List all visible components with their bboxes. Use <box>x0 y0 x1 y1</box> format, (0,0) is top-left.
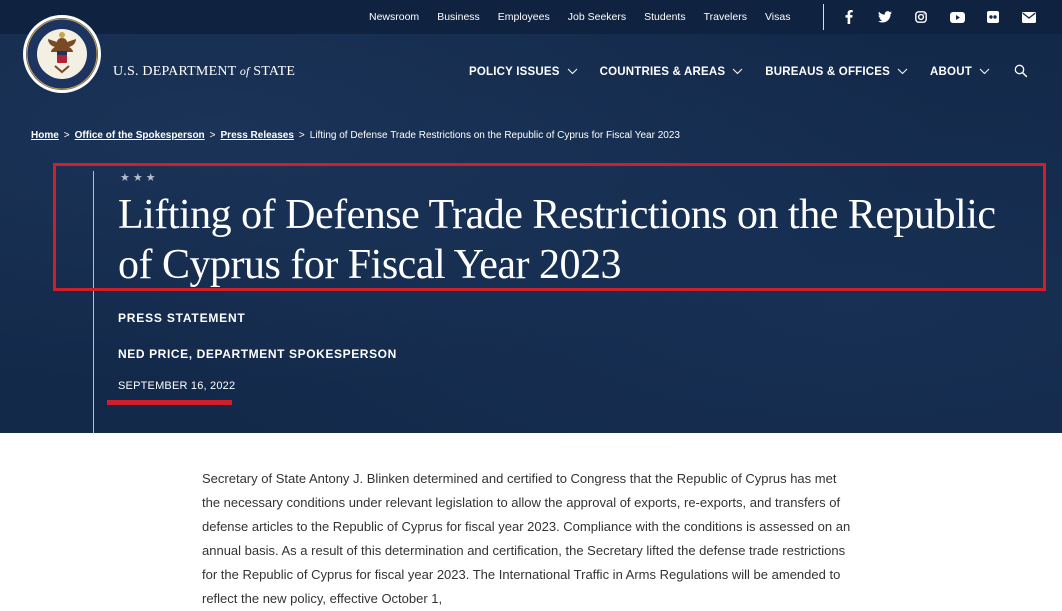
nav-bureaus-offices[interactable]: BUREAUS & OFFICES <box>765 66 908 78</box>
title-highlight-box <box>53 163 1046 291</box>
facebook-icon[interactable] <box>836 7 862 27</box>
date-highlight-underline <box>107 400 232 405</box>
utility-divider <box>823 4 824 30</box>
utility-link-business[interactable]: Business <box>437 11 480 23</box>
instagram-icon[interactable] <box>908 7 934 27</box>
department-seal-logo[interactable] <box>22 14 102 94</box>
flickr-icon[interactable] <box>980 7 1006 27</box>
breadcrumb-spokesperson[interactable]: Office of the Spokesperson <box>75 130 205 141</box>
utility-link-travelers[interactable]: Travelers <box>704 11 747 23</box>
utility-link-visas[interactable]: Visas <box>765 11 791 23</box>
utility-link-employees[interactable]: Employees <box>498 11 550 23</box>
document-type: PRESS STATEMENT <box>118 311 246 325</box>
chevron-down-icon <box>979 66 990 78</box>
breadcrumb: Home > Office of the Spokesperson > Press Re… <box>31 130 680 141</box>
chevron-down-icon <box>897 66 908 78</box>
breadcrumb-home[interactable]: Home <box>31 130 59 141</box>
email-icon[interactable] <box>1016 7 1042 27</box>
youtube-icon[interactable] <box>944 7 970 27</box>
social-links <box>836 0 1052 34</box>
twitter-icon[interactable] <box>872 7 898 27</box>
breadcrumb-current: Lifting of Defense Trade Restrictions on… <box>309 130 680 141</box>
article-body: Secretary of State Antony J. Blinken det… <box>202 471 851 606</box>
site-name[interactable]: U.S. DEPARTMENT of STATE <box>113 64 295 80</box>
search-icon[interactable] <box>1014 64 1028 83</box>
chevron-down-icon <box>732 66 743 78</box>
nav-policy-issues[interactable]: POLICY ISSUES <box>469 66 578 78</box>
publish-date: SEPTEMBER 16, 2022 <box>118 380 236 392</box>
author-byline: NED PRICE, DEPARTMENT SPOKESPERSON <box>118 347 397 361</box>
nav-countries-areas[interactable]: COUNTRIES & AREAS <box>600 66 744 78</box>
utility-link-job-seekers[interactable]: Job Seekers <box>568 11 626 23</box>
nav-about[interactable]: ABOUT <box>930 66 990 78</box>
breadcrumb-press-releases[interactable]: Press Releases <box>221 130 294 141</box>
chevron-down-icon <box>567 66 578 78</box>
utility-nav: Newsroom Business Employees Job Seekers … <box>360 0 799 34</box>
utility-link-newsroom[interactable]: Newsroom <box>369 11 419 23</box>
main-nav: POLICY ISSUES COUNTRIES & AREAS BUREAUS … <box>469 66 1012 78</box>
utility-link-students[interactable]: Students <box>644 11 685 23</box>
